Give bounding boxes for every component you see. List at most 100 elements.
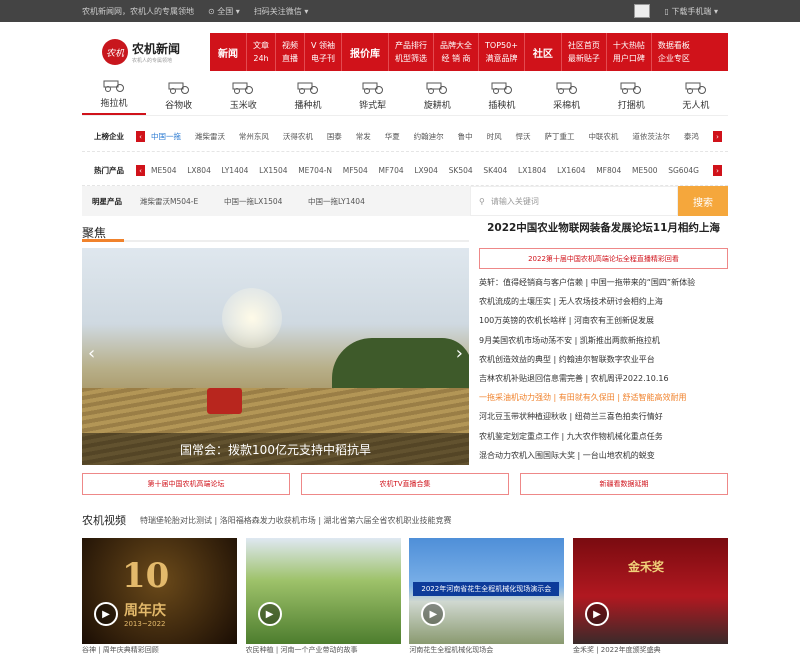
feature-link-button[interactable]: 新疆看数据延期 <box>520 473 728 495</box>
focus-slider[interactable]: ‹ › 国常会：拨款100亿元支持中稻抗旱 <box>82 248 469 465</box>
brands-item[interactable]: 约翰迪尔 <box>414 131 444 142</box>
video-caption[interactable]: 农民种植 | 河南一个产业带动的故事 <box>246 645 401 655</box>
nav-item-11[interactable]: 数据看板 企业专区 <box>652 39 696 65</box>
nav-item-6[interactable]: 品牌大全经 销 商 <box>434 39 478 65</box>
category-item[interactable]: 玉米收 <box>211 80 275 115</box>
product-prev-button[interactable]: ‹ <box>136 165 145 176</box>
video-card[interactable]: 金禾奖 ▶ <box>572 538 728 644</box>
nav-item-10[interactable]: 十大热帖 用户口碑 <box>607 39 651 65</box>
products-item[interactable]: SK504 <box>449 166 473 175</box>
play-icon[interactable]: ▶ <box>257 602 282 626</box>
nav-item-7[interactable]: TOP50+ 满意品牌 <box>479 39 524 65</box>
nav-link-bottom[interactable]: 最新贴子 <box>568 52 600 65</box>
brands-item[interactable]: 萨丁重工 <box>544 131 574 142</box>
products-item[interactable]: MF804 <box>596 166 621 175</box>
nav-item-9[interactable]: 社区首页 最新贴子 <box>562 39 606 65</box>
products-item[interactable]: ME704-N <box>298 166 332 175</box>
feature-link-button[interactable]: 第十届中国农机高端论坛 <box>82 473 290 495</box>
products-item[interactable]: LX1804 <box>518 166 546 175</box>
news-item[interactable]: 9月美国农机市场动荡不安 | 凯斯推出两款新拖拉机 <box>479 335 728 354</box>
nav-link-top[interactable]: 数据看板 <box>658 39 690 52</box>
feature-link-button[interactable]: 农机TV直播合集 <box>301 473 509 495</box>
category-item[interactable]: 插秧机 <box>470 80 534 115</box>
video-section-links[interactable]: 特瑞堡轮胎对比测试 | 洛阳福格森发力收获机市场 | 湖北省第六届全省农机职业技… <box>140 515 452 526</box>
slider-caption[interactable]: 国常会：拨款100亿元支持中稻抗旱 <box>82 433 469 465</box>
slider-next-icon[interactable]: › <box>456 343 463 364</box>
video-caption[interactable]: 谷神 | 周年庆典精彩回顾 <box>82 645 237 655</box>
nav-link-bottom[interactable]: 电子刊 <box>311 52 335 65</box>
nav-link-top[interactable]: 十大热帖 <box>613 39 645 52</box>
product-next-button[interactable]: › <box>713 165 722 176</box>
category-item[interactable]: 打捆机 <box>599 80 663 115</box>
play-icon[interactable]: ▶ <box>421 602 446 626</box>
brands-item[interactable]: 中国一拖 <box>151 131 181 142</box>
news-item[interactable]: 农机创造效益的典型 | 约翰迪尔智联数字农业平台 <box>479 354 728 373</box>
star-product-link[interactable]: 潍柴雷沃M504-E <box>140 196 212 207</box>
category-item[interactable]: 谷物收 <box>147 80 211 115</box>
brand-prev-button[interactable]: ‹ <box>136 131 145 142</box>
nav-link-bottom[interactable]: 经 销 商 <box>441 52 470 65</box>
brands-item[interactable]: 中联农机 <box>588 131 618 142</box>
nav-item-2[interactable]: 视频 直播 <box>276 39 304 65</box>
news-item[interactable]: 农机流成的土壤压实 | 无人农场技术研讨会相约上海 <box>479 296 728 315</box>
products-item[interactable]: LY1404 <box>222 166 249 175</box>
news-item[interactable]: 英轩：值得经销商与客户信赖 | 中国一拖带来的“国四”新体验 <box>479 277 728 296</box>
nav-item-5[interactable]: 产品排行 机型筛选 <box>389 39 433 65</box>
brands-item[interactable]: 华夏 <box>385 131 400 142</box>
headline[interactable]: 2022中国农业物联网装备发展论坛11月相约上海 <box>479 220 728 238</box>
star-product-link[interactable]: 中国一拖LX1504 <box>224 196 296 207</box>
nav-link-bottom[interactable]: 24h <box>253 52 268 65</box>
products-item[interactable]: SK404 <box>483 166 507 175</box>
video-card[interactable]: ▶ <box>245 538 401 644</box>
nav-link-top[interactable]: 社区首页 <box>568 39 600 52</box>
nav-link-top[interactable]: 视频 <box>282 39 298 52</box>
brands-item[interactable]: 道依茨法尔 <box>632 131 670 142</box>
category-item[interactable]: 铧式犁 <box>341 80 405 115</box>
brands-item[interactable]: 时风 <box>487 131 502 142</box>
products-item[interactable]: LX904 <box>414 166 438 175</box>
products-item[interactable]: ME504 <box>151 166 177 175</box>
news-item[interactable]: 一拖采油机动力强劲 | 有田就有久保田 | 舒适智能高效耐用 <box>479 392 728 411</box>
search-button[interactable]: 搜索 <box>678 186 728 216</box>
news-item[interactable]: 混合动力农机入围国际大奖 | 一台山地农机的蜕变 <box>479 450 728 469</box>
category-item[interactable]: 采棉机 <box>535 80 599 115</box>
live-replay-banner[interactable]: 2022第十届中国农机高端论坛全程直播精彩回看 <box>479 248 728 269</box>
play-icon[interactable]: ▶ <box>584 602 609 626</box>
nav-link-bottom[interactable]: 直播 <box>282 52 298 65</box>
category-item[interactable]: 播种机 <box>276 80 340 115</box>
nav-link-top[interactable]: 产品排行 <box>395 39 427 52</box>
nav-link-top[interactable]: TOP50+ <box>485 39 518 52</box>
nav-link-top[interactable]: 品牌大全 <box>440 39 472 52</box>
nav-link-bottom[interactable]: 企业专区 <box>658 52 690 65</box>
video-caption[interactable]: 河南花生全程机械化现场会 <box>409 645 564 655</box>
products-item[interactable]: SG604G <box>668 166 699 175</box>
category-item[interactable]: 旋耕机 <box>405 80 469 115</box>
slider-prev-icon[interactable]: ‹ <box>88 343 95 364</box>
brands-item[interactable]: 沃得农机 <box>283 131 313 142</box>
news-item[interactable]: 河北豆玉带状种植迎秋收 | 纽荷兰三喜色拍卖行情好 <box>479 411 728 430</box>
follow-wechat-link[interactable]: 扫码关注微信 ▾ <box>254 6 309 17</box>
brands-item[interactable]: 悍沃 <box>516 131 531 142</box>
products-item[interactable]: ME500 <box>632 166 658 175</box>
brands-item[interactable]: 常州东风 <box>239 131 269 142</box>
products-item[interactable]: LX804 <box>187 166 211 175</box>
download-app-link[interactable]: ▯ 下载手机端 ▾ <box>664 6 718 17</box>
brands-item[interactable]: 常发 <box>356 131 371 142</box>
nav-section-8[interactable]: 社区 <box>525 45 561 60</box>
products-item[interactable]: LX1504 <box>259 166 287 175</box>
nav-item-3[interactable]: V 领袖 电子刊 <box>305 39 341 65</box>
news-item[interactable]: 农机鉴定划定重点工作 | 九大农作物机械化重点任务 <box>479 431 728 450</box>
category-item[interactable]: 拖拉机 <box>82 78 146 115</box>
nav-section-4[interactable]: 报价库 <box>342 45 388 60</box>
products-item[interactable]: MF704 <box>379 166 404 175</box>
play-icon[interactable]: ▶ <box>94 602 118 626</box>
news-item[interactable]: 吉林农机补贴退回信息需完善 | 农机周评2022.10.16 <box>479 373 728 392</box>
products-item[interactable]: MF504 <box>343 166 368 175</box>
nav-link-bottom[interactable]: 机型筛选 <box>395 52 427 65</box>
brands-item[interactable]: 泰鸿 <box>684 131 699 142</box>
star-product-link[interactable]: 中国一拖LY1404 <box>308 196 380 207</box>
nav-item-1[interactable]: 文章 24h <box>247 39 275 65</box>
location-selector[interactable]: ⊙ 全国 ▾ <box>208 6 240 17</box>
brands-item[interactable]: 国泰 <box>327 131 342 142</box>
video-caption[interactable]: 金禾奖 | 2022年度颁奖盛典 <box>573 645 728 655</box>
